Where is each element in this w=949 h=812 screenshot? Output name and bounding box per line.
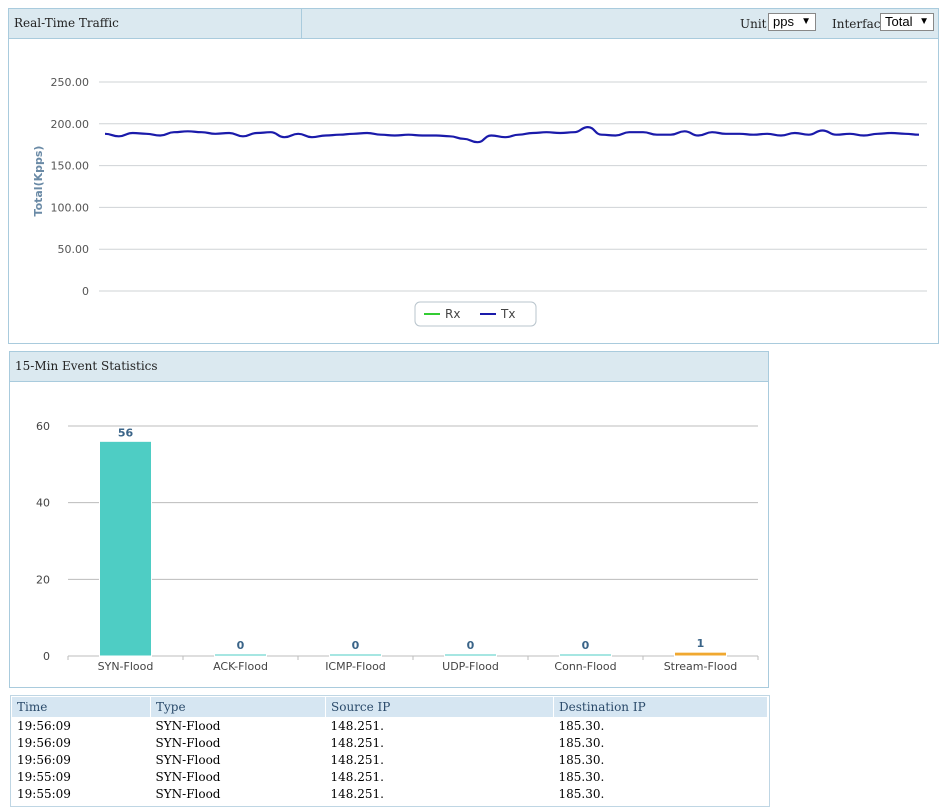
column-header-destination-ip[interactable]: Destination IP [553, 697, 768, 717]
unit-label: Unit [740, 17, 767, 31]
events-panel-header: 15-Min Event Statistics [10, 352, 768, 382]
bar-value-label: 0 [582, 639, 590, 652]
table-row[interactable]: 19:56:09 SYN-Flood 148.251. 185.30. [12, 734, 768, 751]
column-header-type[interactable]: Type [150, 697, 326, 717]
cell-source-ip: 148.251. [330, 769, 384, 784]
table-row[interactable]: 19:56:09 SYN-Flood 148.251. 185.30. [12, 717, 768, 734]
cell-destination-ip: 185.30. [558, 769, 605, 784]
cell-type: SYN-Flood [155, 735, 221, 750]
cell-type: SYN-Flood [155, 752, 221, 767]
chevron-down-icon: ▼ [801, 16, 811, 27]
bar-conn-flood[interactable] [559, 653, 612, 657]
y-tick-label: 60 [36, 420, 50, 433]
bar-value-label: 0 [352, 639, 360, 652]
x-category-label: Conn-Flood [554, 660, 616, 673]
bar-ack-flood[interactable] [214, 653, 267, 657]
bar-value-label: 56 [118, 426, 134, 439]
x-category-label: ICMP-Flood [325, 660, 386, 673]
cell-destination-ip: 185.30. [558, 786, 605, 801]
column-header-source-ip[interactable]: Source IP [325, 697, 554, 717]
cell-time: 19:56:09 [17, 752, 71, 767]
x-category-label: Stream-Flood [664, 660, 738, 673]
y-tick-label: 150.00 [51, 160, 90, 173]
rx-legend-label: Rx [445, 307, 460, 321]
table-row[interactable]: 19:55:09 SYN-Flood 148.251. 185.30. [12, 785, 768, 802]
bar-value-label: 1 [697, 637, 705, 650]
events-bar-chart: 60 40 20 0 56 0 0 0 0 1 SYN-Flood ACK-Flood ICMP-F… [36, 420, 759, 673]
cell-destination-ip: 185.30. [558, 718, 605, 733]
x-category-label: ACK-Flood [213, 660, 268, 673]
bar-value-label: 0 [467, 639, 475, 652]
y-tick-label: 20 [36, 573, 50, 586]
y-tick-label: 0 [82, 285, 89, 298]
table-row[interactable]: 19:56:09 SYN-Flood 148.251. 185.30. [12, 751, 768, 768]
cell-type: SYN-Flood [155, 769, 221, 784]
cell-time: 19:56:09 [17, 735, 71, 750]
cell-type: SYN-Flood [155, 718, 221, 733]
chevron-down-icon: ▼ [919, 16, 929, 27]
cell-time: 19:55:09 [17, 786, 71, 801]
cell-destination-ip: 185.30. [558, 735, 605, 750]
cell-time: 19:55:09 [17, 769, 71, 784]
bar-udp-flood[interactable] [444, 653, 497, 657]
interface-select[interactable]: Total ▼ [880, 13, 934, 31]
bar-stream-flood[interactable] [674, 651, 727, 657]
header-divider [301, 9, 302, 38]
cell-time: 19:56:09 [17, 718, 71, 733]
table-header-row: Time Type Source IP Destination IP [12, 697, 768, 717]
unit-select-value: pps [773, 14, 794, 29]
cell-source-ip: 148.251. [330, 786, 384, 801]
y-tick-label: 0 [43, 650, 50, 663]
events-table: Time Type Source IP Destination IP 19:56… [12, 697, 768, 802]
y-tick-label: 50.00 [58, 243, 90, 256]
bar-icmp-flood[interactable] [329, 653, 382, 657]
traffic-panel: Real-Time Traffic Unit pps ▼ Interface T… [8, 8, 939, 344]
cell-type: SYN-Flood [155, 786, 221, 801]
y-tick-label: 200.00 [51, 118, 90, 131]
cell-source-ip: 148.251. [330, 735, 384, 750]
tx-series-line [104, 126, 920, 144]
table-row[interactable]: 19:55:09 SYN-Flood 148.251. 185.30. [12, 768, 768, 785]
cell-source-ip: 148.251. [330, 752, 384, 767]
column-header-time[interactable]: Time [12, 697, 151, 717]
events-panel: 15-Min Event Statistics 60 40 20 0 56 0 0 0 0 1 … [9, 351, 769, 688]
events-panel-title: 15-Min Event Statistics [15, 359, 158, 373]
cell-source-ip: 148.251. [330, 718, 384, 733]
unit-select[interactable]: pps ▼ [768, 13, 816, 31]
traffic-y-axis-title: Total(Kpps) [32, 146, 45, 217]
y-tick-label: 40 [36, 497, 50, 510]
traffic-panel-header: Real-Time Traffic Unit pps ▼ Interface T… [9, 9, 938, 39]
y-tick-label: 250.00 [51, 76, 90, 89]
bar-syn-flood[interactable] [99, 440, 152, 657]
x-category-label: SYN-Flood [98, 660, 154, 673]
y-tick-label: 100.00 [51, 201, 90, 214]
traffic-legend: Rx Tx [414, 301, 537, 327]
traffic-panel-title: Real-Time Traffic [14, 16, 119, 30]
bar-value-label: 0 [237, 639, 245, 652]
x-category-label: UDP-Flood [442, 660, 499, 673]
cell-destination-ip: 185.30. [558, 752, 605, 767]
tx-legend-label: Tx [500, 307, 515, 321]
interface-select-value: Total [885, 14, 913, 29]
traffic-chart: Total(Kpps) 250.00 200.00 150.00 100.00 50.0… [32, 76, 927, 327]
